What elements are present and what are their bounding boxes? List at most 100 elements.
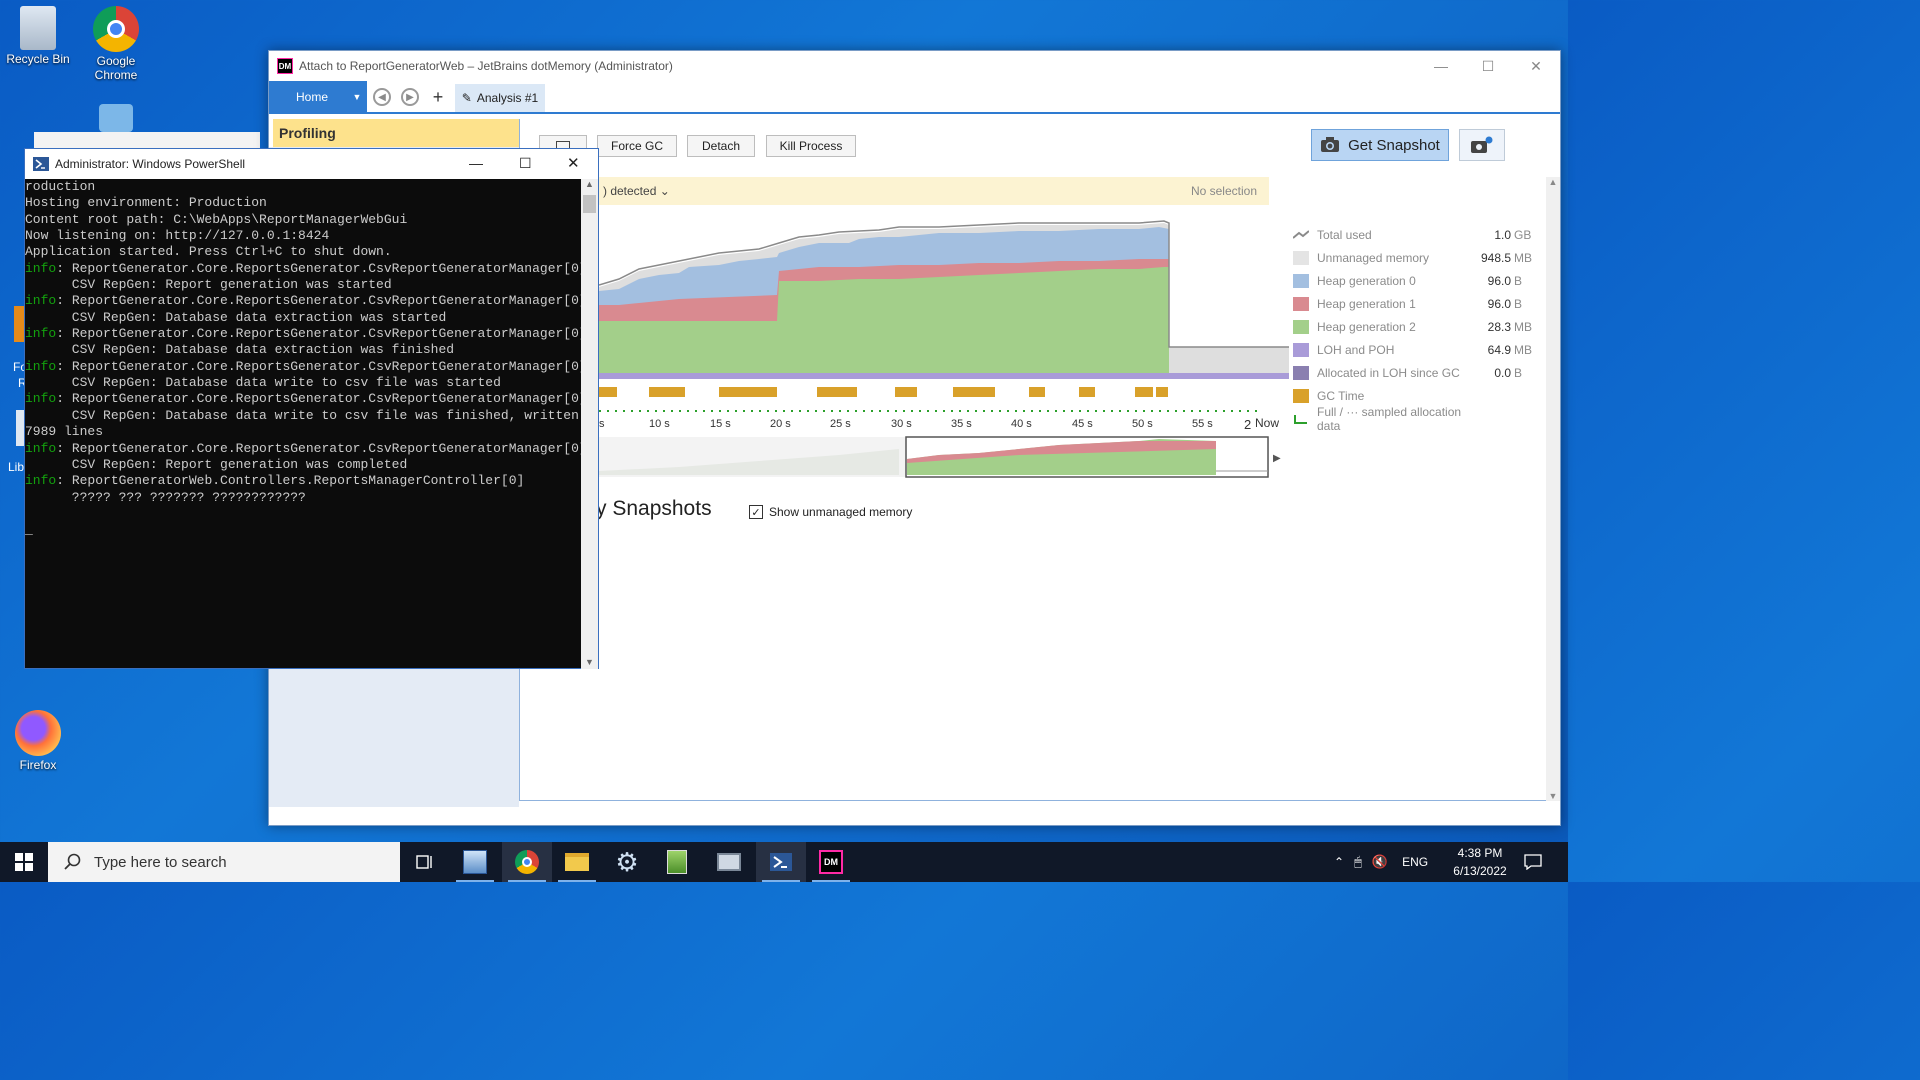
start-button[interactable] [0,842,48,882]
taskbar-app-file-explorer[interactable] [552,842,602,882]
forward-icon[interactable]: ▶ [401,88,419,106]
main-vertical-scrollbar[interactable]: ▲ ▼ [1546,177,1560,801]
taskbar-app-settings[interactable]: ⚙ [602,842,652,882]
dotmemory-icon: DM [819,850,843,874]
kill-process-button[interactable]: Kill Process [766,135,856,157]
legend-item[interactable]: Allocated in LOH since GC 0.0 B [1293,361,1529,384]
color-swatch [1293,273,1309,288]
scroll-up-icon[interactable]: ▲ [1546,177,1560,187]
back-icon[interactable]: ◀ [373,88,391,106]
tab-home-label: Home [295,89,328,104]
maximize-button[interactable]: ☐ [1465,51,1511,81]
console-line: info: ReportGenerator.Core.ReportsGenera… [25,261,582,277]
add-tab-icon[interactable]: + [429,87,447,107]
detach-button[interactable]: Detach [687,135,755,157]
tab-home-dropdown-icon[interactable]: ▼ [347,81,367,112]
legend-value: 0.0 [1494,365,1511,380]
log-level-prefix: info [25,391,57,407]
taskbar-app-server-manager[interactable] [450,842,500,882]
task-view-button[interactable] [400,842,450,882]
maximize-button[interactable]: ☐ [519,155,532,172]
lock-icon [99,104,133,132]
task-view-icon [416,855,432,869]
scroll-up-icon[interactable]: ▲ [581,179,598,193]
log-level-prefix: info [25,326,57,342]
legend-item[interactable]: Unmanaged memory 948.5 MB [1293,246,1532,269]
overview-scroll-right-icon[interactable]: ▶ [1273,453,1281,464]
network-icon[interactable]: 🖱 [1354,854,1362,870]
checkbox-checked-icon: ✓ [749,505,763,519]
clock[interactable]: 4:38 PM 6/13/2022 [1450,842,1510,882]
legend-value: 1.0 [1494,227,1511,242]
snapshot-settings-button[interactable] [1459,129,1505,161]
desktop-icon-recycle-bin[interactable]: Recycle Bin [0,6,78,66]
console-text: ????? ??? ??????? ???????????? [25,489,306,505]
memory-area-plot [599,220,1289,379]
show-unmanaged-checkbox[interactable]: ✓ Show unmanaged memory [749,505,912,519]
chrome-icon [515,850,539,874]
time-tick: 55 s [1192,418,1213,430]
ribbon-tabs: Home ▼ ◀ ▶ + ✎ Analysis #1 [269,81,1560,114]
time-tick: 30 s [891,418,912,430]
console-line: info: ReportGenerator.Core.ReportsGenera… [25,441,582,457]
desktop-icon-partial[interactable] [76,104,156,134]
legend-value: 64.9 [1487,342,1511,357]
language-indicator[interactable]: ENG [1402,855,1428,869]
action-center-button[interactable] [1524,842,1542,882]
get-snapshot-label: Get Snapshot [1348,136,1440,154]
legend-item[interactable]: Total used 1.0 GB [1293,223,1531,246]
taskbar-app-powershell[interactable] [756,842,806,882]
legend-item[interactable]: Heap generation 1 96.0 B [1293,292,1529,315]
console-line: Hosting environment: Production [25,195,582,211]
time-tick: 35 s [951,418,972,430]
taskbar-app-dotmemory[interactable]: DM [806,842,856,882]
taskbar-app-chrome[interactable] [502,842,552,882]
color-swatch [1293,342,1309,357]
legend-item[interactable]: Heap generation 0 96.0 B [1293,269,1529,292]
legend-unit: MB [1514,319,1532,334]
minimize-button[interactable]: — [469,155,483,171]
gc-time-markers [599,387,1168,397]
detected-dropdown[interactable]: ) detected ⌄ [603,184,670,198]
legend-item[interactable]: Full / ··· sampled allocation data [1293,405,1529,433]
desktop-icon-firefox[interactable]: Firefox [0,710,78,772]
legend-item[interactable]: LOH and POH 64.9 MB [1293,338,1532,361]
console-text: : ReportGenerator.Core.ReportsGenerator.… [56,391,582,407]
taskbar-search-box[interactable]: Type here to search [48,842,400,882]
console-text: : ReportGenerator.Core.ReportsGenerator.… [56,293,582,309]
gear-icon: ⚙ [615,847,639,877]
taskbar-app-notepad[interactable] [652,842,702,882]
scroll-thumb[interactable] [583,195,596,213]
desktop-icon-partial-folder[interactable] [14,306,24,342]
computer-icon [717,853,741,871]
desktop-icon-partial-libraries[interactable] [16,410,24,446]
console-text: Hosting environment: Production [25,195,267,211]
powershell-console-output[interactable]: roduction Hosting environment: Production… [25,179,582,669]
time-tick: 2 [1244,417,1251,432]
scroll-down-icon[interactable]: ▼ [581,657,598,667]
tab-analysis[interactable]: ✎ Analysis #1 [455,84,545,112]
volume-muted-icon[interactable]: 🔇 [1372,854,1388,870]
taskbar-app-remote-desktop[interactable] [704,842,754,882]
legend-item[interactable]: Heap generation 2 28.3 MB [1293,315,1532,338]
console-line: CSV RepGen: Report generation was starte… [25,277,582,293]
color-swatch [1293,296,1309,311]
minimize-button[interactable]: — [1418,51,1464,81]
close-button[interactable]: ✕ [1513,51,1559,81]
force-gc-button[interactable]: Force GC [597,135,677,157]
overview-timeline[interactable]: ▶ [599,436,1281,478]
time-tick: 50 s [1132,418,1153,430]
scroll-down-icon[interactable]: ▼ [1546,791,1560,801]
close-button[interactable]: ✕ [567,154,580,172]
console-line: Content root path: C:\WebApps\ReportMana… [25,212,582,228]
console-scrollbar[interactable]: ▲ ▼ [581,179,598,669]
get-snapshot-button[interactable]: Get Snapshot [1311,129,1449,161]
time-tick: 20 s [770,418,791,430]
time-axis: s 10 s 15 s 20 s 25 s 30 s 35 s 40 s 45 … [599,416,1279,432]
memory-timeline-chart[interactable]: s 10 s 15 s 20 s 25 s 30 s 35 s 40 s 45 … [599,209,1289,481]
chevron-up-icon[interactable]: ⌃ [1334,855,1344,869]
desktop-icon-google-chrome[interactable]: Google Chrome [76,6,156,82]
log-level-prefix: info [25,358,57,374]
notification-icon [1524,854,1542,870]
